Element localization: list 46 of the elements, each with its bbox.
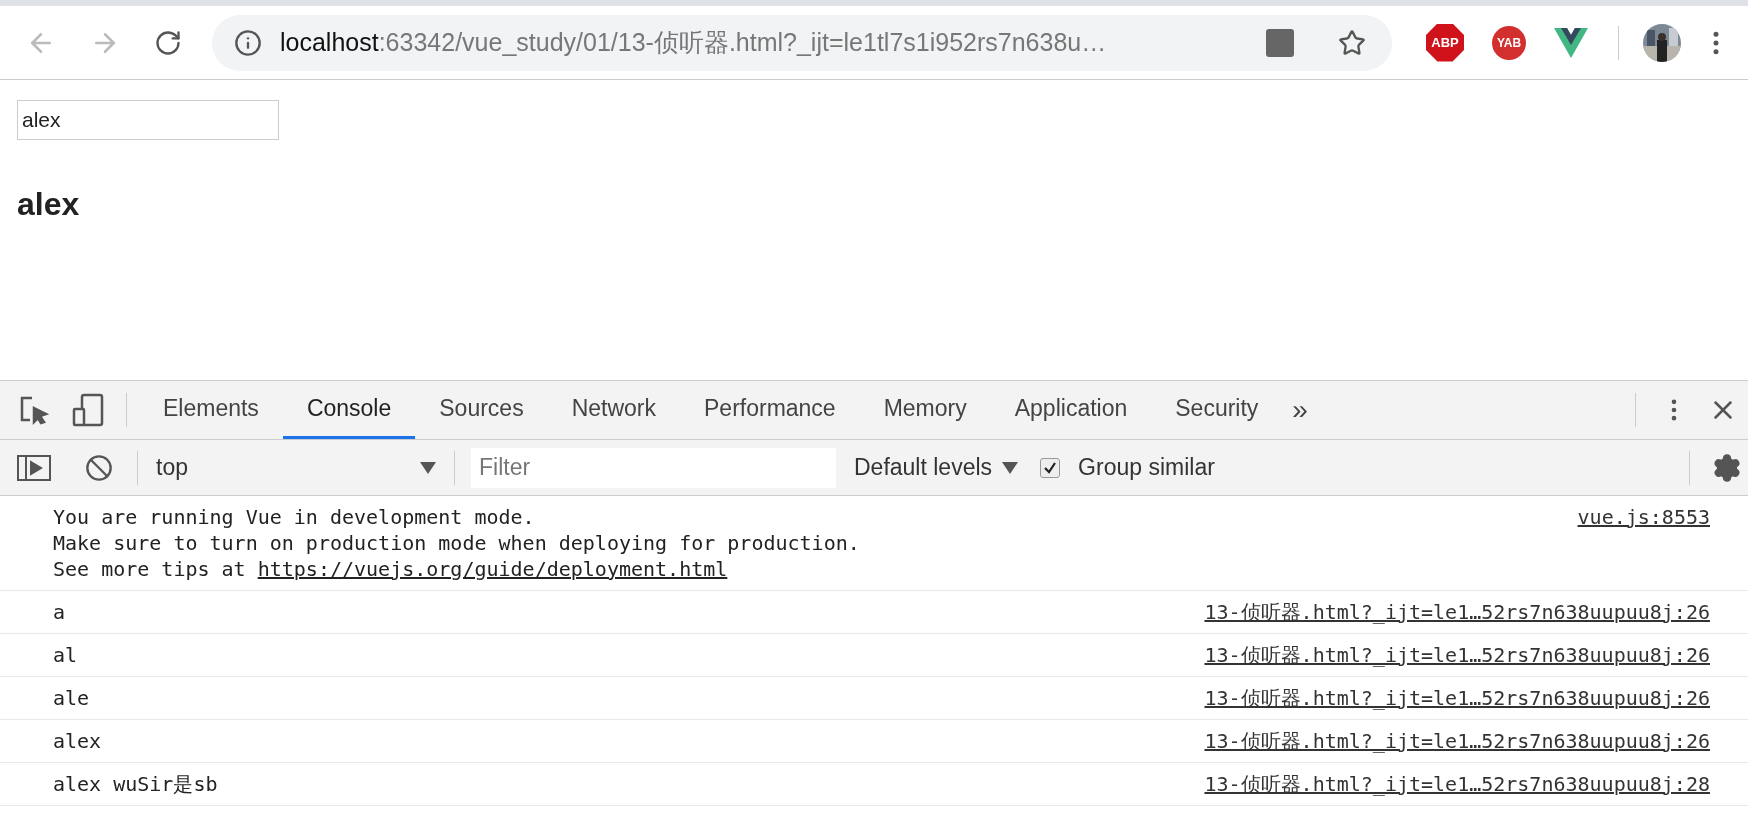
inspect-icon[interactable] [18,394,50,426]
settings-icon[interactable] [1712,452,1742,483]
console-message: Make sure to turn on production mode when deploying for production. [53,530,860,556]
device-icon[interactable] [72,393,104,427]
extension-icon[interactable]: YAB [1492,25,1526,60]
devtools-tab[interactable]: Application [990,381,1152,439]
check-icon [1043,460,1058,475]
address-bar[interactable]: localhost:63342/vue_study/01/13-侦听器.html?_ijt=le1tl7s1i952rs7n638u… [212,14,1392,71]
devtools-tab[interactable]: Sources [415,381,548,439]
checkbox-label: Group similar [1078,453,1215,483]
more-tabs-button[interactable]: » [1292,389,1308,431]
filter-field[interactable]: Filter [471,447,836,488]
vue-extension-icon[interactable] [1554,27,1588,58]
heading: alex [17,185,81,224]
source-link[interactable]: vue.js:8553 [1577,504,1710,530]
source-link[interactable]: 13-侦听器.html?_ijt=le1…52rs7n638uupuu8j:26 [1204,728,1710,754]
clear-icon[interactable] [85,453,113,482]
devtools-tab[interactable]: Security [1151,381,1283,439]
sidebar-icon[interactable] [17,454,51,481]
star-icon[interactable] [1338,28,1366,57]
console-message: al [53,642,78,668]
devtools-tab[interactable]: Memory [859,381,991,439]
devtools-tab[interactable]: Performance [680,381,860,439]
console-message: See more tips at https://vuejs.org/guide/deployment.html [53,556,729,582]
source-link[interactable]: 13-侦听器.html?_ijt=le1…52rs7n638uupuu8j:26 [1204,599,1710,625]
reload-icon[interactable] [154,28,182,57]
checkbox[interactable] [1040,457,1061,478]
text-field[interactable]: alex [17,100,279,140]
devtools-tab[interactable]: Elements [139,381,283,439]
devtools-tab[interactable]: Network [547,381,680,439]
info-icon [234,28,262,57]
url-text: localhost:63342/vue_study/01/13-侦听器.html?_ijt=le1tl7s1i952rs7n638u… [280,26,1107,58]
extension-icon[interactable]: ABP [1426,23,1464,62]
levels-dropdown[interactable]: Default levels [854,450,1019,485]
console-message: alex [53,728,102,754]
console-message: ale [53,685,90,711]
dropdown-icon [420,461,436,474]
context-select[interactable]: top [156,450,446,485]
console-message: a [53,599,66,625]
source-link[interactable]: 13-侦听器.html?_ijt=le1…52rs7n638uupuu8j:28 [1204,771,1710,797]
source-link[interactable]: 13-侦听器.html?_ijt=le1…52rs7n638uupuu8j:26 [1204,685,1710,711]
link[interactable]: https://vuejs.org/guide/deployment.html [257,557,728,581]
source-link[interactable]: 13-侦听器.html?_ijt=le1…52rs7n638uupuu8j:26 [1204,642,1710,668]
console-message: You are running Vue in development mode. [53,504,536,530]
console-message: alex wuSir是sb [53,771,218,797]
dropdown-icon [1002,461,1019,474]
